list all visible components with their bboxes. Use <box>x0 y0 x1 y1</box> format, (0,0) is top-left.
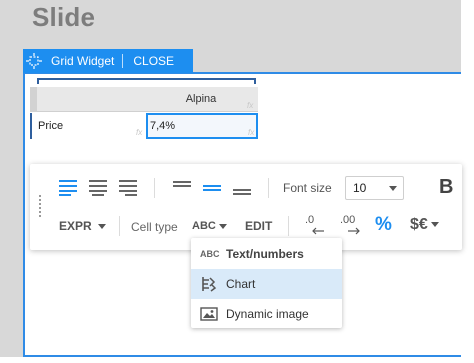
row-header-stub <box>30 87 37 112</box>
grid-widget[interactable]: Alpina fx Price fx 7,4% fx <box>30 78 258 140</box>
edit-button[interactable]: EDIT <box>245 219 272 233</box>
cell-type-menu: ABC Text/numbers Chart Dynamic image <box>191 238 342 328</box>
column-header-cell[interactable]: Alpina <box>144 87 258 112</box>
toolbar-row-cell: EXPR Cell type ABC EDIT .0 .00 % $€ <box>30 212 462 240</box>
widget-toolbar: Grid Widget CLOSE <box>23 49 193 73</box>
expr-button[interactable]: EXPR <box>59 219 106 233</box>
menu-item-text-numbers[interactable]: ABC Text/numbers <box>191 239 342 269</box>
abc-icon: ABC <box>200 249 220 259</box>
grid-header-row: Alpina fx <box>37 87 258 112</box>
decrease-decimals-button[interactable]: .0 <box>303 214 327 238</box>
fx-marker: fx <box>136 128 143 137</box>
chevron-down-icon <box>430 222 439 228</box>
currency-label: $€ <box>410 216 428 233</box>
chevron-down-icon <box>97 224 106 230</box>
selection-bracket-left <box>30 113 33 139</box>
bold-button[interactable]: B <box>439 176 453 199</box>
increase-decimals-label: .00 <box>340 214 356 226</box>
close-button[interactable]: CLOSE <box>123 54 174 68</box>
currency-button[interactable]: $€ <box>410 216 439 234</box>
valign-top-icon[interactable] <box>173 180 191 196</box>
menu-item-dynamic-image[interactable]: Dynamic image <box>191 299 342 329</box>
app-frame: Slide Grid Widget CLOSE Alpina fx Price <box>0 0 474 363</box>
cell-type-value: ABC <box>192 220 216 232</box>
toolbar-row-text: Font size 10 B <box>30 174 462 202</box>
move-handle-icon[interactable] <box>23 49 45 73</box>
fx-marker: fx <box>248 128 255 137</box>
slide-title: Slide <box>32 2 96 32</box>
row-label-cell[interactable]: Price <box>37 113 146 139</box>
menu-item-label: Chart <box>226 277 256 291</box>
toolbar-divider <box>268 178 269 198</box>
toolbar-divider <box>119 216 120 236</box>
chevron-down-icon <box>218 223 227 229</box>
chart-icon <box>200 275 218 293</box>
expr-label: EXPR <box>59 219 92 233</box>
cell-type-label: Cell type <box>131 220 178 234</box>
align-center-icon[interactable] <box>89 180 107 196</box>
align-right-icon[interactable] <box>119 180 137 196</box>
font-size-select[interactable]: 10 <box>345 176 404 200</box>
menu-item-label: Text/numbers <box>226 247 304 261</box>
widget-name: Grid Widget <box>45 54 124 68</box>
menu-item-label: Dynamic image <box>226 307 309 321</box>
chevron-down-icon <box>389 186 397 191</box>
font-size-label: Font size <box>283 181 332 195</box>
toolbar-divider <box>154 178 155 198</box>
table-row: Price fx 7,4% fx <box>30 113 258 139</box>
align-left-icon[interactable] <box>59 180 77 196</box>
font-size-value: 10 <box>353 181 367 195</box>
header-corner-cell[interactable] <box>37 87 144 112</box>
fx-marker: fx <box>247 101 254 110</box>
toolbar-divider <box>288 216 289 236</box>
percent-button[interactable]: % <box>375 214 392 236</box>
valign-bottom-icon[interactable] <box>233 180 251 196</box>
valign-middle-icon[interactable] <box>203 180 221 196</box>
menu-item-chart[interactable]: Chart <box>191 269 342 299</box>
image-icon <box>200 305 218 323</box>
selection-bracket-top <box>37 78 256 84</box>
cell-type-dropdown[interactable]: ABC <box>192 220 227 232</box>
arrow-left-icon <box>312 227 324 235</box>
increase-decimals-button[interactable]: .00 <box>339 214 365 238</box>
selected-value-cell[interactable]: 7,4% <box>146 113 258 139</box>
arrow-right-icon <box>348 227 360 235</box>
decrease-decimals-label: .0 <box>305 214 315 226</box>
